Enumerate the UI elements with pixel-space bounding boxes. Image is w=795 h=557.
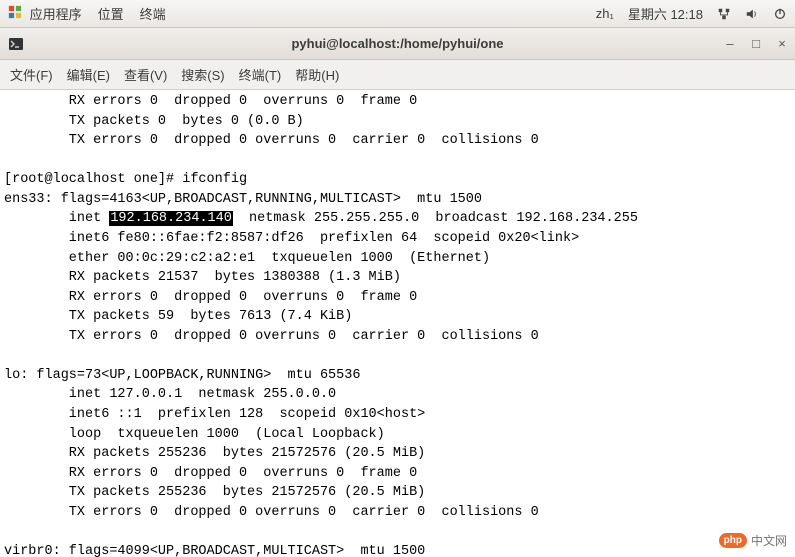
power-icon[interactable] — [773, 7, 787, 21]
terminal-output[interactable]: RX errors 0 dropped 0 overruns 0 frame 0… — [0, 90, 795, 557]
places-menu[interactable]: 位置 — [98, 4, 124, 23]
terminal-app-icon — [8, 36, 24, 52]
term-line: RX errors 0 dropped 0 overruns 0 frame 0 — [4, 94, 417, 109]
panel-right: zh₁ 星期六 12:18 — [596, 4, 787, 23]
term-line: RX packets 255236 bytes 21572576 (20.5 M… — [4, 446, 425, 461]
window-controls: – □ × — [723, 36, 789, 51]
term-line: lo: flags=73<UP,LOOPBACK,RUNNING> mtu 65… — [4, 368, 360, 383]
maximize-button[interactable]: □ — [749, 36, 763, 51]
menu-terminal[interactable]: 终端(T) — [239, 65, 282, 84]
desktop-top-panel: 应用程序 位置 终端 zh₁ 星期六 12:18 — [0, 0, 795, 28]
term-line: virbr0: flags=4099<UP,BROADCAST,MULTICAS… — [4, 544, 425, 557]
selected-ip: 192.168.234.140 — [109, 211, 233, 226]
term-line: TX errors 0 dropped 0 overruns 0 carrier… — [4, 329, 539, 344]
clock[interactable]: 星期六 12:18 — [628, 4, 703, 23]
menu-help[interactable]: 帮助(H) — [295, 65, 339, 84]
term-prompt-line: [root@localhost one]# ifconfig — [4, 172, 247, 187]
term-line: RX errors 0 dropped 0 overruns 0 frame 0 — [4, 290, 417, 305]
ime-indicator[interactable]: zh₁ — [596, 6, 614, 21]
term-line: inet6 fe80::6fae:f2:8587:df26 prefixlen … — [4, 231, 579, 246]
term-line: RX packets 21537 bytes 1380388 (1.3 MiB) — [4, 270, 401, 285]
network-icon[interactable] — [717, 7, 731, 21]
menu-search[interactable]: 搜索(S) — [181, 65, 224, 84]
term-text: inet — [4, 211, 109, 226]
watermark-badge: php — [719, 533, 747, 548]
term-line: TX packets 59 bytes 7613 (7.4 KiB) — [4, 309, 352, 324]
term-line: loop txqueuelen 1000 (Local Loopback) — [4, 427, 385, 442]
term-line: TX errors 0 dropped 0 overruns 0 carrier… — [4, 505, 539, 520]
menu-view[interactable]: 查看(V) — [124, 65, 167, 84]
active-app-label[interactable]: 终端 — [140, 4, 166, 23]
applications-menu[interactable]: 应用程序 — [8, 4, 82, 23]
minimize-button[interactable]: – — [723, 36, 737, 51]
menu-file[interactable]: 文件(F) — [10, 65, 53, 84]
applications-label: 应用程序 — [30, 7, 82, 22]
term-line: inet6 ::1 prefixlen 128 scopeid 0x10<hos… — [4, 407, 425, 422]
term-line: TX errors 0 dropped 0 overruns 0 carrier… — [4, 133, 539, 148]
term-text: netmask 255.255.255.0 broadcast 192.168.… — [233, 211, 638, 226]
term-line: inet 127.0.0.1 netmask 255.0.0.0 — [4, 387, 336, 402]
menu-edit[interactable]: 编辑(E) — [67, 65, 110, 84]
term-line: inet 192.168.234.140 netmask 255.255.255… — [4, 211, 638, 226]
term-line: TX packets 0 bytes 0 (0.0 B) — [4, 114, 304, 129]
window-titlebar[interactable]: pyhui@localhost:/home/pyhui/one – □ × — [0, 28, 795, 60]
watermark-text: 中文网 — [751, 532, 787, 549]
window-title: pyhui@localhost:/home/pyhui/one — [291, 36, 503, 51]
distro-logo-icon — [8, 5, 22, 19]
terminal-menubar: 文件(F) 编辑(E) 查看(V) 搜索(S) 终端(T) 帮助(H) — [0, 60, 795, 90]
watermark: php 中文网 — [715, 530, 791, 551]
panel-left: 应用程序 位置 终端 — [8, 4, 166, 23]
close-button[interactable]: × — [775, 36, 789, 51]
term-line: ether 00:0c:29:c2:a2:e1 txqueuelen 1000 … — [4, 251, 490, 266]
term-line: RX errors 0 dropped 0 overruns 0 frame 0 — [4, 466, 417, 481]
term-line: TX packets 255236 bytes 21572576 (20.5 M… — [4, 485, 425, 500]
term-line: ens33: flags=4163<UP,BROADCAST,RUNNING,M… — [4, 192, 482, 207]
volume-icon[interactable] — [745, 7, 759, 21]
